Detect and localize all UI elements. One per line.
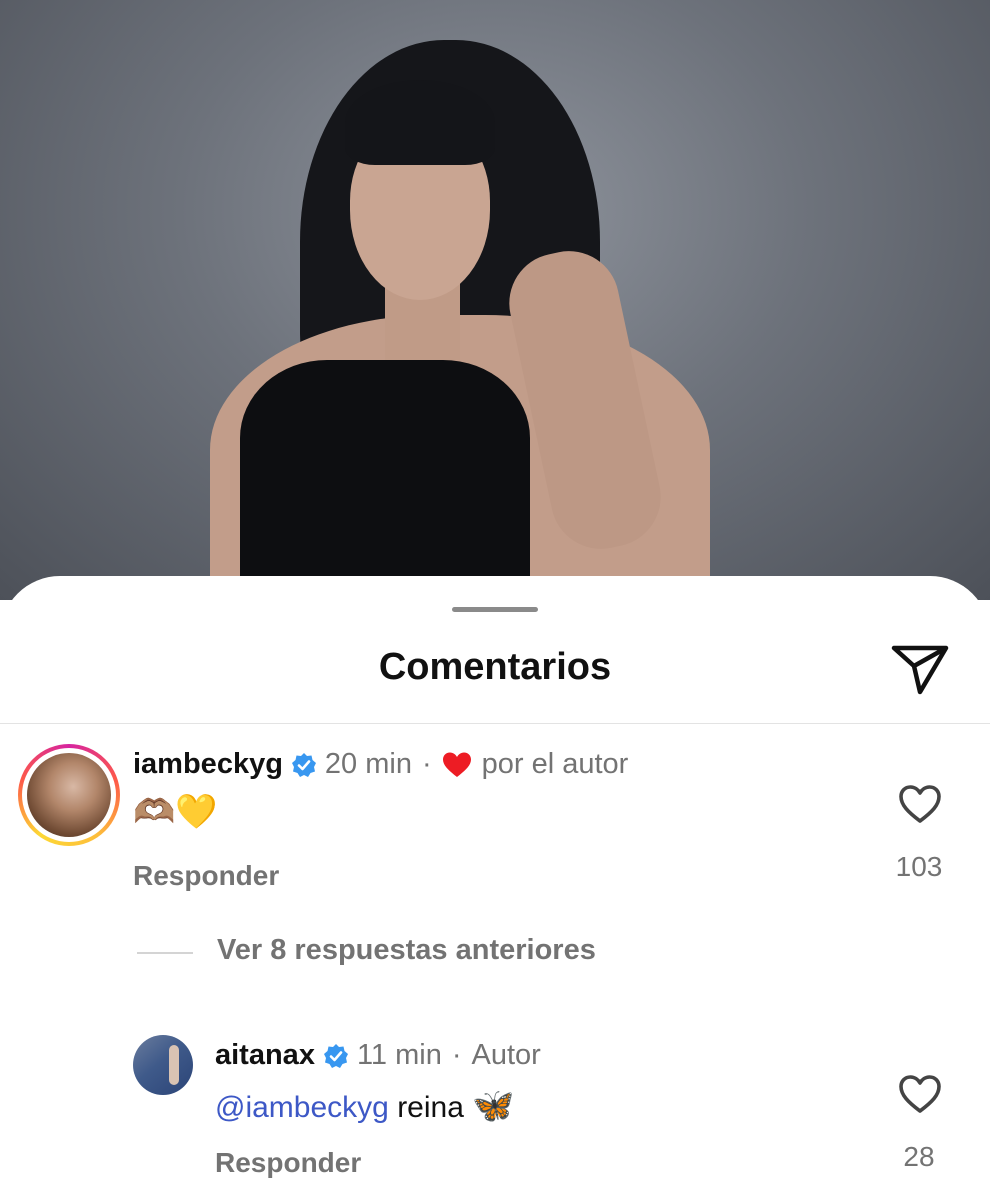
liked-by-author-label: por el autor xyxy=(481,748,629,780)
like-count: 103 xyxy=(895,851,943,882)
view-replies-button[interactable]: Ver 8 respuestas anteriores xyxy=(217,934,596,967)
reply-button[interactable]: Responder xyxy=(215,1147,361,1179)
share-button[interactable] xyxy=(890,640,950,696)
post-photo xyxy=(0,0,990,600)
reply-text: @iambeckyg reina 🦋 xyxy=(215,1086,515,1126)
meta-separator: · xyxy=(421,748,432,780)
red-heart-icon xyxy=(442,752,471,777)
avatar-iambeckyg[interactable] xyxy=(18,744,120,846)
photo-top xyxy=(240,360,530,600)
butterfly-emoji: 🦋 xyxy=(472,1087,515,1125)
reply-meta: aitanax 11 min · Autor xyxy=(215,1039,541,1072)
reply-button[interactable]: Responder xyxy=(133,860,279,892)
comment-meta: iambeckyg 20 min · por el autor xyxy=(133,748,628,781)
verified-badge-icon xyxy=(323,1043,348,1068)
paper-plane-icon xyxy=(891,645,949,695)
reply-username[interactable]: aitanax xyxy=(215,1039,315,1072)
meta-separator: · xyxy=(451,1039,462,1071)
sheet-grabber[interactable] xyxy=(452,607,538,612)
avatar-aitanax[interactable] xyxy=(133,1035,193,1095)
author-label: Autor xyxy=(471,1039,541,1071)
comment-username[interactable]: iambeckyg xyxy=(133,748,283,781)
photo-bangs xyxy=(345,80,495,165)
heart-outline-icon[interactable] xyxy=(898,784,942,824)
mention-link[interactable]: @iambeckyg xyxy=(215,1091,389,1124)
comment-text: 🫶🏽💛 xyxy=(133,793,218,831)
comment-time: 20 min xyxy=(324,748,412,780)
reply-body: reina xyxy=(388,1091,473,1124)
sheet-title: Comentarios xyxy=(378,646,612,688)
heart-outline-icon[interactable] xyxy=(898,1074,942,1114)
reply-time: 11 min xyxy=(356,1039,442,1071)
like-count: 28 xyxy=(903,1141,935,1172)
avatar-photo xyxy=(27,753,111,837)
header-divider xyxy=(0,723,990,724)
verified-badge-icon xyxy=(291,752,316,777)
replies-line xyxy=(137,952,193,954)
